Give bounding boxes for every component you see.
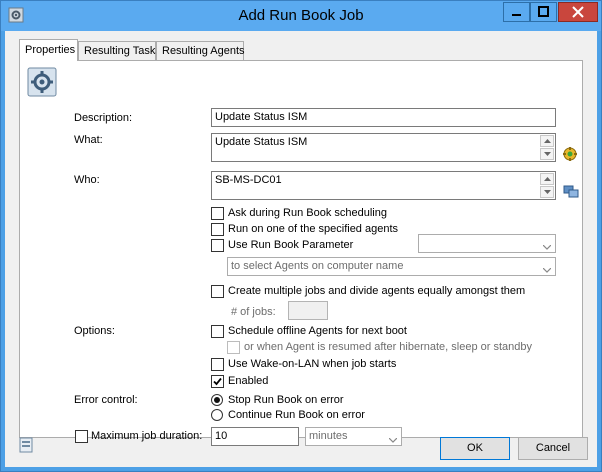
who-scrollbar[interactable] [540, 173, 554, 198]
create-multiple-jobs-label: Create multiple jobs and divide agents e… [228, 285, 526, 297]
ask-during-scheduling-checkbox[interactable] [211, 207, 224, 220]
num-jobs-label: # of jobs: [231, 306, 276, 318]
resume-hibernate-checkbox[interactable] [227, 341, 240, 354]
wake-on-lan-label: Use Wake-on-LAN when job starts [228, 358, 397, 370]
enabled-label: Enabled [228, 375, 269, 387]
max-duration-checkbox[interactable] [75, 430, 88, 443]
create-multiple-jobs-checkbox[interactable] [211, 285, 224, 298]
use-parameter-label: Use Run Book Parameter [228, 239, 354, 251]
stop-on-error-radio[interactable] [211, 394, 223, 406]
maximize-icon [531, 6, 556, 24]
computers-picker-icon[interactable] [563, 184, 579, 203]
description-input[interactable]: Update Status ISM [211, 108, 556, 127]
continue-on-error-label: Continue Run Book on error [228, 409, 365, 421]
agent-selector-value: to select Agents on computer name [231, 260, 404, 272]
what-value: Update Status ISM [215, 136, 308, 148]
duration-unit-select[interactable]: minutes [305, 427, 402, 446]
title-bar[interactable]: Add Run Book Job [1, 1, 601, 31]
description-label: Description: [74, 112, 133, 124]
minimize-icon [504, 12, 529, 24]
stop-on-error-label: Stop Run Book on error [228, 394, 344, 406]
scroll-down-button[interactable] [540, 186, 554, 198]
continue-on-error-radio[interactable] [211, 409, 223, 421]
scroll-down-button[interactable] [540, 148, 554, 160]
max-duration-input[interactable]: 10 [211, 427, 299, 446]
schedule-offline-checkbox[interactable] [211, 325, 224, 338]
use-parameter-checkbox[interactable] [211, 239, 224, 252]
radio-dot [214, 397, 220, 403]
tab-properties[interactable]: Properties [19, 39, 78, 61]
minimize-button[interactable] [503, 2, 530, 22]
who-input[interactable]: SB-MS-DC01 [211, 171, 556, 200]
parameter-select[interactable] [418, 234, 556, 253]
dialog-client: Properties Resulting Tasks Resulting Age… [5, 31, 597, 467]
ok-button[interactable]: OK [440, 437, 510, 460]
max-duration-label: Maximum job duration: [91, 430, 203, 442]
chevron-down-icon [542, 264, 552, 275]
tab-resulting-tasks[interactable]: Resulting Tasks [78, 41, 161, 60]
what-scrollbar[interactable] [540, 135, 554, 160]
chevron-down-icon [388, 434, 398, 445]
dialog-window: Add Run Book Job Properties Resulting Ta… [0, 0, 602, 472]
who-label: Who: [74, 174, 100, 186]
what-label: What: [74, 134, 103, 146]
tab-label: Properties [25, 44, 76, 56]
ask-during-scheduling-label: Ask during Run Book scheduling [228, 207, 387, 219]
scroll-up-button[interactable] [540, 135, 554, 147]
checkmark-icon [213, 377, 222, 386]
close-button[interactable] [558, 2, 598, 22]
close-icon [559, 6, 597, 24]
run-on-one-agent-label: Run on one of the specified agents [228, 223, 399, 235]
tab-resulting-agents[interactable]: Resulting Agents [156, 41, 245, 60]
options-label: Options: [74, 325, 115, 337]
wake-on-lan-checkbox[interactable] [211, 358, 224, 371]
run-on-one-agent-checkbox[interactable] [211, 223, 224, 236]
agent-selector-select[interactable]: to select Agents on computer name [227, 257, 556, 276]
num-jobs-input[interactable] [288, 301, 328, 320]
cancel-button[interactable]: Cancel [518, 437, 588, 460]
run-book-picker-icon[interactable] [562, 146, 578, 165]
error-control-label: Error control: [74, 394, 138, 406]
resume-hibernate-label: or when Agent is resumed after hibernate… [244, 341, 533, 353]
maximize-button[interactable] [530, 2, 557, 22]
settings-gear-icon [27, 67, 57, 100]
duration-unit-value: minutes [309, 430, 348, 442]
tab-label: Resulting Agents [162, 45, 245, 57]
tab-label: Resulting Tasks [84, 45, 161, 57]
enabled-checkbox[interactable] [211, 375, 224, 388]
document-icon[interactable] [18, 437, 34, 456]
who-value: SB-MS-DC01 [215, 174, 282, 186]
scroll-up-button[interactable] [540, 173, 554, 185]
schedule-offline-label: Schedule offline Agents for next boot [228, 325, 407, 337]
chevron-down-icon [542, 241, 552, 252]
properties-panel: Description: Update Status ISM What: Upd… [19, 60, 583, 446]
what-input[interactable]: Update Status ISM [211, 133, 556, 162]
